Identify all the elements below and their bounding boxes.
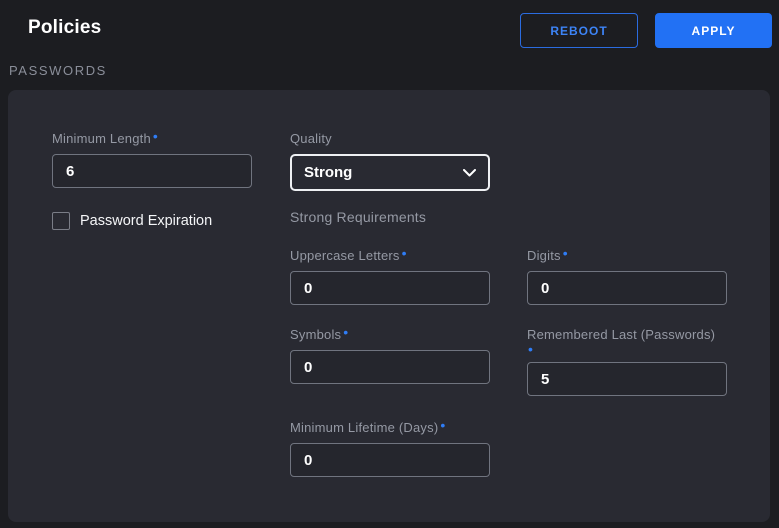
remembered-last-input[interactable]: [527, 362, 727, 396]
required-marker: •: [343, 324, 348, 340]
section-label-passwords: PASSWORDS: [9, 63, 107, 78]
strong-requirements-label: Strong Requirements: [290, 209, 426, 225]
digits-label: Digits: [527, 248, 561, 263]
minimum-length-input[interactable]: [52, 154, 252, 188]
symbols-field: Symbols•: [290, 327, 490, 384]
required-marker: •: [440, 417, 445, 433]
minimum-lifetime-input[interactable]: [290, 443, 490, 477]
minimum-length-label: Minimum Length: [52, 131, 151, 146]
uppercase-letters-field: Uppercase Letters•: [290, 248, 490, 305]
digits-input[interactable]: [527, 271, 727, 305]
quality-field: Quality Strong: [290, 131, 490, 191]
required-marker: •: [528, 343, 727, 355]
page-title: Policies: [28, 17, 101, 39]
checkbox-icon: [52, 212, 70, 230]
minimum-length-field: Minimum Length•: [52, 131, 252, 188]
reboot-button[interactable]: REBOOT: [520, 13, 638, 48]
password-expiration-checkbox[interactable]: Password Expiration: [52, 212, 212, 230]
quality-select-value: Strong: [304, 164, 352, 181]
password-expiration-label: Password Expiration: [80, 213, 212, 229]
required-marker: •: [402, 245, 407, 261]
remembered-last-label: Remembered Last (Passwords): [527, 327, 715, 342]
required-marker: •: [563, 245, 568, 261]
uppercase-letters-input[interactable]: [290, 271, 490, 305]
remembered-last-field: Remembered Last (Passwords)•: [527, 327, 727, 396]
uppercase-letters-label: Uppercase Letters: [290, 248, 400, 263]
passwords-panel: Minimum Length• Quality Strong Password …: [8, 90, 770, 522]
chevron-down-icon: [463, 164, 476, 182]
symbols-label: Symbols: [290, 327, 341, 342]
minimum-lifetime-field: Minimum Lifetime (Days)•: [290, 420, 490, 477]
quality-label: Quality: [290, 131, 332, 146]
digits-field: Digits•: [527, 248, 727, 305]
apply-button[interactable]: APPLY: [655, 13, 772, 48]
minimum-lifetime-label: Minimum Lifetime (Days): [290, 420, 438, 435]
quality-select[interactable]: Strong: [290, 154, 490, 191]
required-marker: •: [153, 128, 158, 144]
symbols-input[interactable]: [290, 350, 490, 384]
